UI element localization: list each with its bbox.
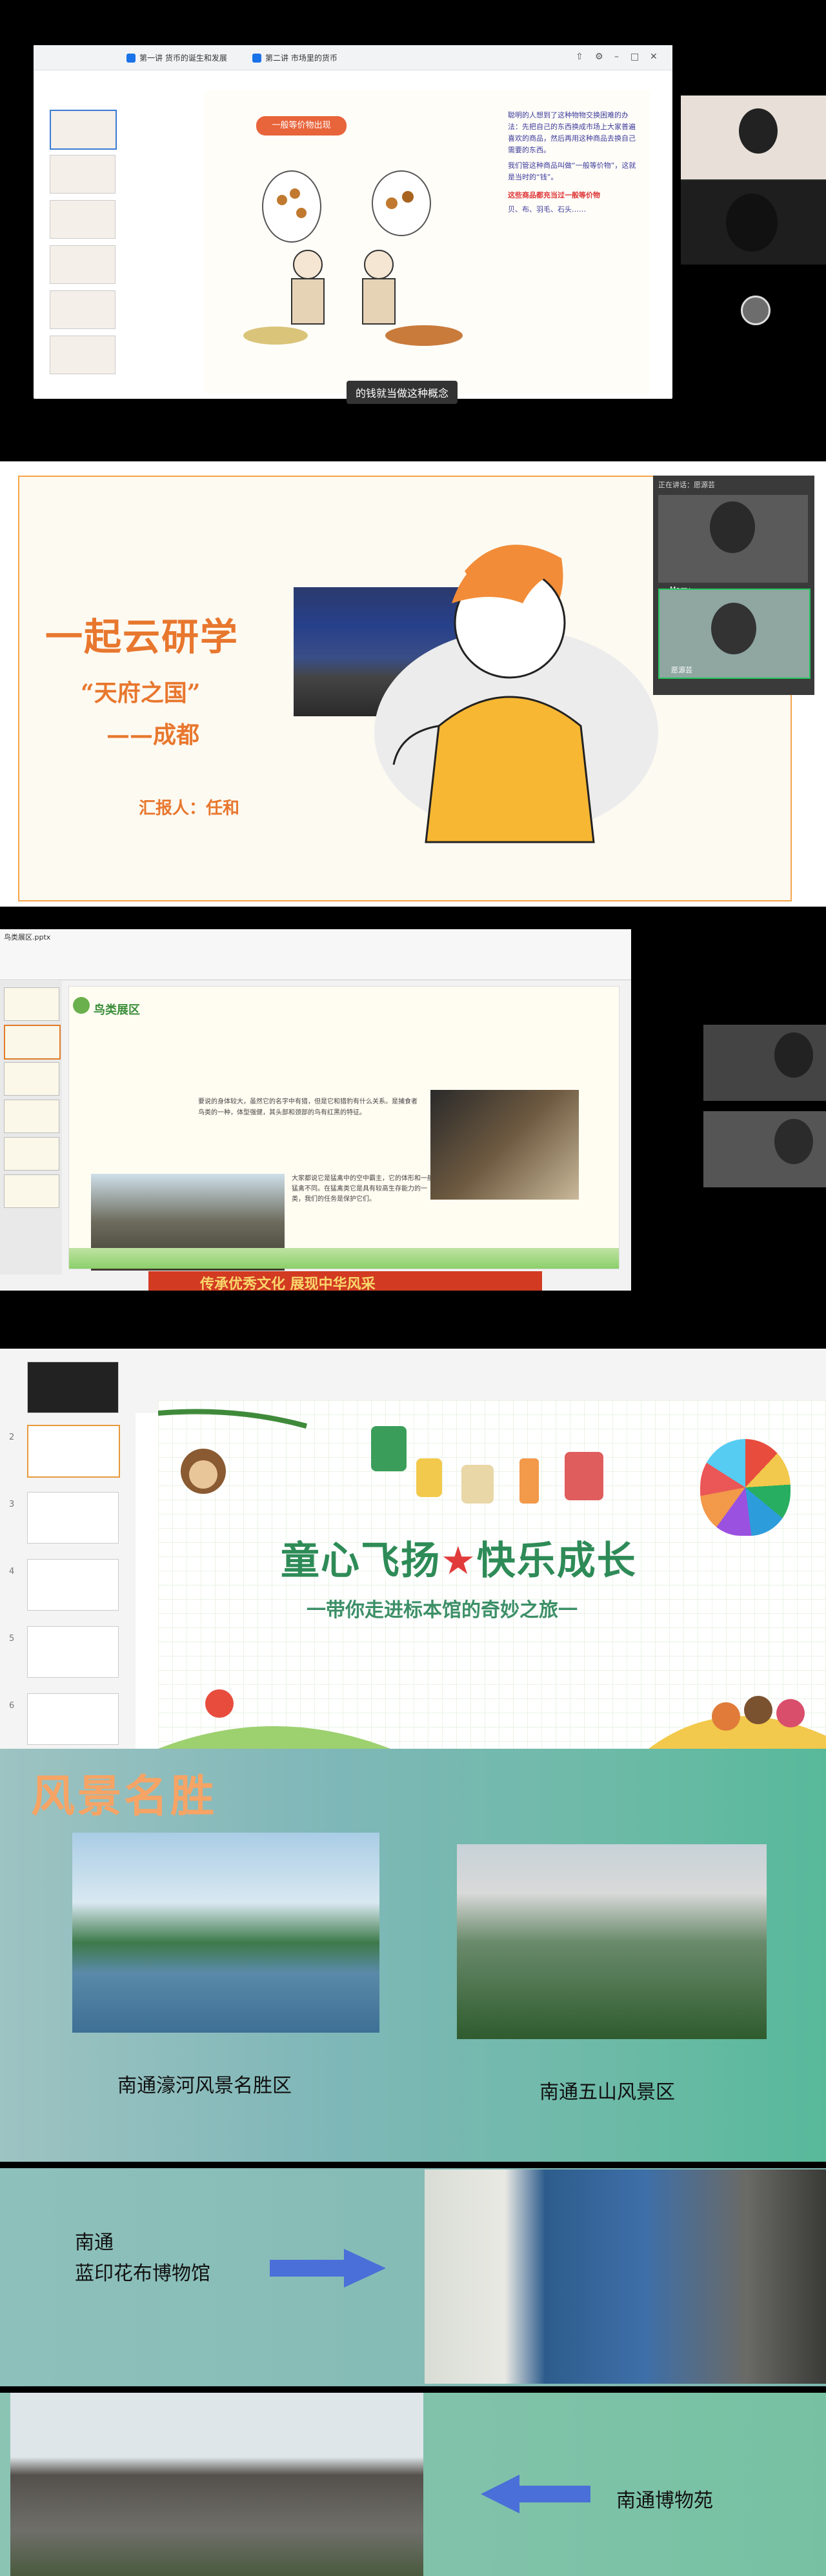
slide-banner: 一般等价物出现 (256, 116, 347, 136)
participant-avatar (739, 108, 778, 154)
slide-thumb[interactable] (4, 1100, 59, 1133)
caption-wushan: 南通五山风景区 (539, 2081, 675, 2104)
browser-window: 第一讲 货币的诞生和发展 第二讲 市场里的货币 ⇧ ⚙ – □ ✕ 一般等价物出… (34, 45, 672, 404)
banner-text: 传承优秀文化 展现中华风采 (200, 1276, 376, 1291)
scenery-panel: 风景名胜 南通濠河风景名胜区 南通五山风景区 (0, 1749, 826, 2162)
participant-name: 愿源芸 (671, 666, 692, 674)
document-tab[interactable]: 鸟类展区.pptx (4, 932, 50, 942)
slide-number: 6 (9, 1701, 15, 1711)
museum-label-line1: 南通 (75, 2231, 114, 2254)
slide-thumb[interactable] (4, 1062, 59, 1096)
doc-icon (252, 54, 261, 63)
slide-scenery: 风景名胜 南通濠河风景名胜区 南通五山风景区 南通 蓝印花布博物馆 南通博物苑 (0, 1749, 826, 2576)
wushan-photo (457, 1844, 767, 2039)
slide-number: 4 (9, 1567, 15, 1576)
slide-heading: 鸟类展区 (94, 1003, 140, 1017)
video-tile (681, 96, 826, 179)
slide-title: 童心飞扬★快乐成长 (281, 1538, 637, 1584)
toolbar-ribbon: 鸟类展区.pptx (0, 929, 631, 980)
slide-thumb[interactable] (4, 1137, 59, 1171)
slide-thumbnails (34, 84, 130, 399)
participant-avatar (774, 1119, 813, 1164)
slide-paragraph: 大家都说它是猛禽中的空中霸主，它的体形和一般猛禽不同。在猛禽类它是具有较高生存能… (292, 1175, 434, 1203)
slide-number: 5 (9, 1634, 15, 1644)
participant-avatar (711, 603, 756, 654)
meeting-screenshot-2: 一起云研学 “天府之国” ——成都 汇报人：任和 正在讲话：愿源芸 Marry … (0, 461, 826, 907)
presentation-app: 鸟类展区.pptx 鸟类展区 要说的身体较大，虽然它的名字中有猎，但是它和猎豹有… (0, 929, 631, 1291)
slide-number: 2 (9, 1433, 15, 1442)
banner-strip: 传承优秀文化 展现中华风采 (148, 1271, 542, 1291)
museum-label: 南通博物苑 (616, 2490, 713, 2512)
video-tile-active: 愿源芸 (658, 589, 811, 679)
arrow-left-icon (481, 2475, 590, 2513)
doc-icon (126, 54, 136, 63)
video-tile (703, 1025, 826, 1101)
slide-thumb[interactable] (50, 110, 117, 150)
slide-thumb[interactable] (4, 1174, 59, 1208)
tab-bar: 第一讲 货币的诞生和发展 第二讲 市场里的货币 ⇧ ⚙ – □ ✕ (34, 45, 672, 70)
video-panel: 正在讲话：愿源芸 Marry 愿源芸 (653, 476, 814, 695)
close-icon[interactable]: ✕ (650, 52, 658, 62)
slide-canvas: 童心飞扬★快乐成长 一带你走进标本馆的奇妙之旅一 (158, 1400, 826, 1749)
participant-avatar (774, 1032, 813, 1078)
barter-illustration (243, 170, 463, 346)
hot-air-balloon-illustration (700, 1439, 791, 1536)
settings-icon[interactable]: ⚙ (595, 52, 603, 62)
participant-avatar (726, 194, 778, 252)
slide-thumb[interactable] (50, 290, 116, 329)
slide-thumb[interactable] (27, 1693, 119, 1745)
grass-decoration (69, 1248, 619, 1269)
meeting-screenshot-3: 鸟类展区.pptx 鸟类展区 要说的身体较大，虽然它的名字中有猎，但是它和猎豹有… (0, 929, 826, 1291)
meeting-screenshot-1: 第一讲 货币的诞生和发展 第二讲 市场里的货币 ⇧ ⚙ – □ ✕ 一般等价物出… (0, 0, 826, 445)
tab-lesson-1[interactable]: 第一讲 货币的诞生和发展 (124, 50, 227, 66)
slide-thumb[interactable] (27, 1425, 120, 1478)
maximize-icon[interactable]: □ (630, 52, 639, 62)
participant-avatar (710, 501, 755, 553)
tree-icon (73, 997, 90, 1014)
page-title: 风景名胜 (31, 1771, 217, 1822)
slide-subtitle: 一带你走进标本馆的奇妙之旅一 (307, 1599, 578, 1622)
slide-thumb[interactable] (4, 1025, 61, 1060)
slide-thumb[interactable] (50, 336, 116, 374)
tab-lesson-2[interactable]: 第二讲 市场里的货币 (250, 50, 337, 66)
blue-print-museum-photo (425, 2169, 826, 2384)
slide-thumb[interactable] (50, 155, 116, 194)
avatar[interactable] (741, 296, 771, 325)
slide-number: 3 (9, 1500, 15, 1509)
slide-subtitle-city: ——成都 (106, 721, 200, 749)
eagle-photo (430, 1090, 579, 1200)
video-panel (681, 96, 826, 265)
slide-thumbnails: 2 3 4 5 6 (0, 1349, 136, 1749)
slide-canvas: 鸟类展区 要说的身体较大，虽然它的名字中有猎，但是它和猎豹有什么关系。是捕食者鸟… (68, 986, 620, 1271)
nantong-museum-photo (10, 2393, 423, 2576)
haohe-photo (72, 1833, 379, 2033)
video-tile (681, 181, 826, 265)
slide-thumb[interactable] (50, 245, 116, 284)
meeting-screenshot-4: 2 3 4 5 6 童心飞扬★快乐成长 一带你走进标本馆的奇妙之旅一 (0, 1349, 826, 1749)
slide-title: 一起云研学 (45, 615, 239, 659)
subtitle-caption: 的钱就当做这种概念 (347, 381, 458, 404)
slide-text: 聪明的人想到了这种物物交换困难的办法：先把自己的东西换成市场上大家普遍喜欢的商品… (508, 111, 636, 214)
video-tile: Marry (658, 495, 808, 594)
slide-canvas: 一般等价物出现 聪明的人想到了这种物物交换困难的办法：先把自己的东西换成市场上大… (205, 90, 650, 394)
slide-thumb[interactable] (27, 1559, 119, 1611)
star-icon: ★ (441, 1538, 477, 1584)
caption-haohe: 南通濠河风景名胜区 (117, 2075, 292, 2097)
slide-thumb[interactable] (27, 1492, 119, 1544)
minimize-icon[interactable]: – (614, 52, 619, 62)
share-icon[interactable]: ⇧ (576, 52, 583, 62)
slide-subtitle: “天府之国” (81, 679, 201, 707)
reporter-label: 汇报人：任和 (139, 799, 240, 818)
video-tile (703, 1111, 826, 1187)
slide-thumb[interactable] (50, 200, 116, 239)
arrow-right-icon (270, 2249, 386, 2288)
slide-thumb[interactable] (27, 1362, 119, 1413)
slide-thumbnails (0, 981, 62, 1274)
slide-thumb[interactable] (27, 1626, 119, 1678)
slide-thumb[interactable] (4, 987, 59, 1021)
cartoon-presenter-illustration (374, 545, 658, 843)
speaking-indicator: 正在讲话：愿源芸 (658, 481, 715, 489)
slide-paragraph: 要说的身体较大，虽然它的名字中有猎，但是它和猎豹有什么关系。是捕食者鸟类的一种，… (198, 1098, 418, 1116)
museum-label-line2: 蓝印花布博物馆 (75, 2262, 210, 2285)
